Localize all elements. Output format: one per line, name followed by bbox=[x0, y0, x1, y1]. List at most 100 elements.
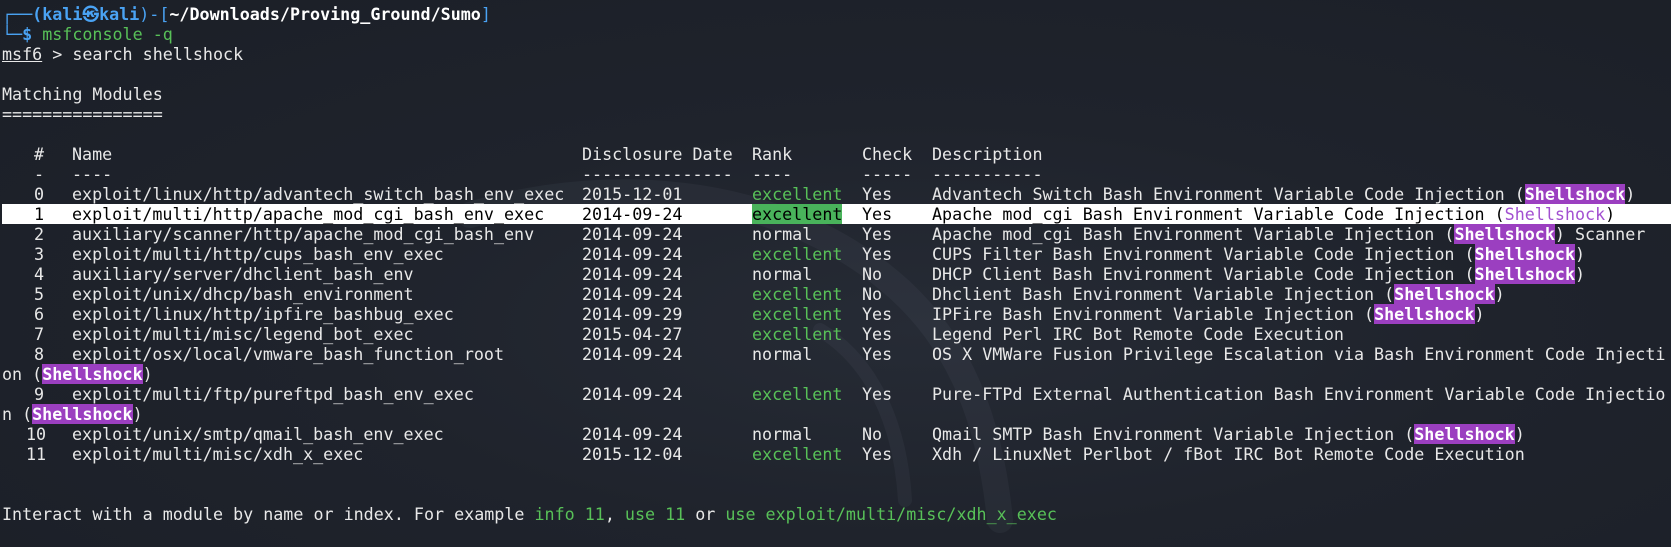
shell-prompt-line: ┌──(kali㉿kali)-[~/Downloads/Proving_Grou… bbox=[2, 4, 1671, 24]
terminal-window[interactable]: ┌──(kali㉿kali)-[~/Downloads/Proving_Grou… bbox=[0, 0, 1671, 547]
module-description: Legend Perl IRC Bot Remote Code Executio… bbox=[932, 324, 1344, 344]
underline-rank: ---- bbox=[752, 164, 793, 184]
module-index: 11 bbox=[26, 444, 47, 464]
module-description: Apache mod_cgi Bash Environment Variable… bbox=[932, 204, 1615, 224]
shell-command: msfconsole -q bbox=[42, 24, 173, 44]
prompt-user: kali bbox=[42, 4, 83, 24]
module-index: 3 bbox=[34, 244, 45, 264]
table-row[interactable]: 4 auxiliary/server/dhclient_bash_env 2014-… bbox=[2, 264, 1671, 284]
shellshock-highlight: Shellshock bbox=[1414, 424, 1515, 444]
table-row[interactable]: 9 exploit/multi/ftp/pureftpd_bash_env_exe… bbox=[2, 384, 1671, 404]
module-rank: excellent bbox=[752, 324, 843, 344]
table-header: # Name Disclosure Date Rank Check Descri… bbox=[2, 144, 1671, 164]
footer-text: Interact with a module by name or index.… bbox=[2, 504, 535, 524]
table-row-wrap: n (Shellshock) bbox=[2, 404, 1671, 424]
module-index: 5 bbox=[34, 284, 45, 304]
table-row[interactable]: 10 exploit/unix/smtp/qmail_bash_env_exec 2… bbox=[2, 424, 1671, 444]
table-row[interactable]: 2 auxiliary/scanner/http/apache_mod_cgi_b… bbox=[2, 224, 1671, 244]
underline-description: ----------- bbox=[932, 164, 1043, 184]
module-check: Yes bbox=[862, 184, 893, 204]
module-rank: normal bbox=[752, 344, 813, 364]
module-check: Yes bbox=[862, 204, 893, 224]
module-check: Yes bbox=[862, 324, 893, 344]
module-rank: excellent bbox=[752, 444, 843, 464]
description-wrap-text: on ( bbox=[2, 364, 43, 384]
underline-num: - bbox=[34, 164, 45, 184]
module-rank: normal bbox=[752, 224, 813, 244]
description-text: Apache mod_cgi Bash Environment Variable… bbox=[932, 204, 1505, 224]
module-index: 6 bbox=[34, 304, 45, 324]
description-text-end: ) bbox=[1474, 304, 1485, 324]
module-rank: excellent bbox=[752, 384, 843, 404]
module-name: exploit/multi/misc/legend_bot_exec bbox=[72, 324, 414, 344]
module-index: 1 bbox=[34, 204, 45, 224]
description-text: Apache mod_cgi Bash Environment Variable… bbox=[932, 224, 1455, 244]
module-index: 8 bbox=[34, 344, 45, 364]
description-text: Dhclient Bash Environment Variable Injec… bbox=[932, 284, 1395, 304]
table-row[interactable]: 7 exploit/multi/misc/legend_bot_exec 2015-… bbox=[2, 324, 1671, 344]
module-check: Yes bbox=[862, 344, 893, 364]
table-row[interactable]: 8 exploit/osx/local/vmware_bash_function_… bbox=[2, 344, 1671, 364]
prompt-corner: ┌──( bbox=[2, 4, 43, 24]
col-header-check: Check bbox=[862, 144, 913, 164]
module-description: CUPS Filter Bash Environment Variable Co… bbox=[932, 244, 1585, 264]
prompt-host: kali bbox=[99, 4, 140, 24]
module-rank: excellent bbox=[752, 304, 843, 324]
shellshock-highlight: Shellshock bbox=[1394, 284, 1495, 304]
module-description: IPFire Bash Environment Variable Injecti… bbox=[932, 304, 1485, 324]
module-name: exploit/linux/http/advantech_switch_bash… bbox=[72, 184, 565, 204]
description-text: Legend Perl IRC Bot Remote Code Executio… bbox=[932, 324, 1344, 344]
description-text-end: ) bbox=[1514, 424, 1525, 444]
description-text: Qmail SMTP Bash Environment Variable Inj… bbox=[932, 424, 1415, 444]
description-text: Advantech Switch Bash Environment Variab… bbox=[932, 184, 1525, 204]
prompt-path: ~/Downloads/Proving_Ground/Sumo bbox=[169, 4, 481, 24]
module-check: No bbox=[862, 264, 883, 284]
table-row[interactable]: 5 exploit/unix/dhcp/bash_environment 2014-… bbox=[2, 284, 1671, 304]
module-check: Yes bbox=[862, 444, 893, 464]
module-disclosure-date: 2015-12-01 bbox=[582, 184, 683, 204]
table-row[interactable]: 11 exploit/multi/misc/xdh_x_exec 2015-12-0… bbox=[2, 444, 1671, 464]
table-row[interactable]: 3 exploit/multi/http/cups_bash_env_exec 20… bbox=[2, 244, 1671, 264]
module-disclosure-date: 2014-09-24 bbox=[582, 204, 683, 224]
module-name: exploit/linux/http/ipfire_bashbug_exec bbox=[72, 304, 454, 324]
shellshock-highlight: Shellshock bbox=[1504, 204, 1606, 224]
prompt-bracket-close: ] bbox=[480, 4, 491, 24]
results-heading-underline: ================ bbox=[2, 104, 163, 124]
description-text: DHCP Client Bash Environment Variable Co… bbox=[932, 264, 1475, 284]
module-name: exploit/unix/smtp/qmail_bash_env_exec bbox=[72, 424, 444, 444]
prompt-at-icon: ㉿ bbox=[82, 4, 100, 24]
module-index: 0 bbox=[34, 184, 45, 204]
module-check: Yes bbox=[862, 304, 893, 324]
module-disclosure-date: 2014-09-24 bbox=[582, 264, 683, 284]
col-header-date: Disclosure Date bbox=[582, 144, 733, 164]
description-text-end: ) bbox=[1575, 264, 1586, 284]
underline-check: ----- bbox=[862, 164, 913, 184]
shellshock-highlight: Shellshock bbox=[1454, 224, 1555, 244]
table-row[interactable]: 0 exploit/linux/http/advantech_switch_bas… bbox=[2, 184, 1671, 204]
module-description: Xdh / LinuxNet Perlbot / fBot IRC Bot Re… bbox=[932, 444, 1525, 464]
module-rank: excellent bbox=[752, 184, 843, 204]
msf-prompt: msf6 bbox=[2, 44, 43, 64]
module-name: exploit/osx/local/vmware_bash_function_r… bbox=[72, 344, 505, 364]
shellshock-highlight: Shellshock bbox=[1374, 304, 1475, 324]
footer-cmd-use-index: use 11 bbox=[624, 504, 686, 524]
module-disclosure-date: 2014-09-24 bbox=[582, 424, 683, 444]
module-disclosure-date: 2014-09-24 bbox=[582, 244, 683, 264]
table-row[interactable]: 1 exploit/multi/http/apache_mod_cgi_bash_… bbox=[2, 204, 1671, 224]
shellshock-highlight: Shellshock bbox=[42, 364, 143, 384]
module-description: Advantech Switch Bash Environment Variab… bbox=[932, 184, 1635, 204]
shellshock-highlight: Shellshock bbox=[1474, 264, 1575, 284]
module-rank: excellent bbox=[752, 244, 843, 264]
shellshock-highlight: Shellshock bbox=[1474, 244, 1575, 264]
module-index: 4 bbox=[34, 264, 45, 284]
footer-sep: , bbox=[604, 504, 625, 524]
module-name: exploit/multi/misc/xdh_x_exec bbox=[72, 444, 364, 464]
table-row[interactable]: 6 exploit/linux/http/ipfire_bashbug_exec 2… bbox=[2, 304, 1671, 324]
description-text: Pure-FTPd External Authentication Bash E… bbox=[932, 384, 1666, 404]
module-disclosure-date: 2014-09-24 bbox=[582, 344, 683, 364]
module-name: exploit/multi/ftp/pureftpd_bash_env_exec bbox=[72, 384, 474, 404]
module-index: 10 bbox=[26, 424, 47, 444]
